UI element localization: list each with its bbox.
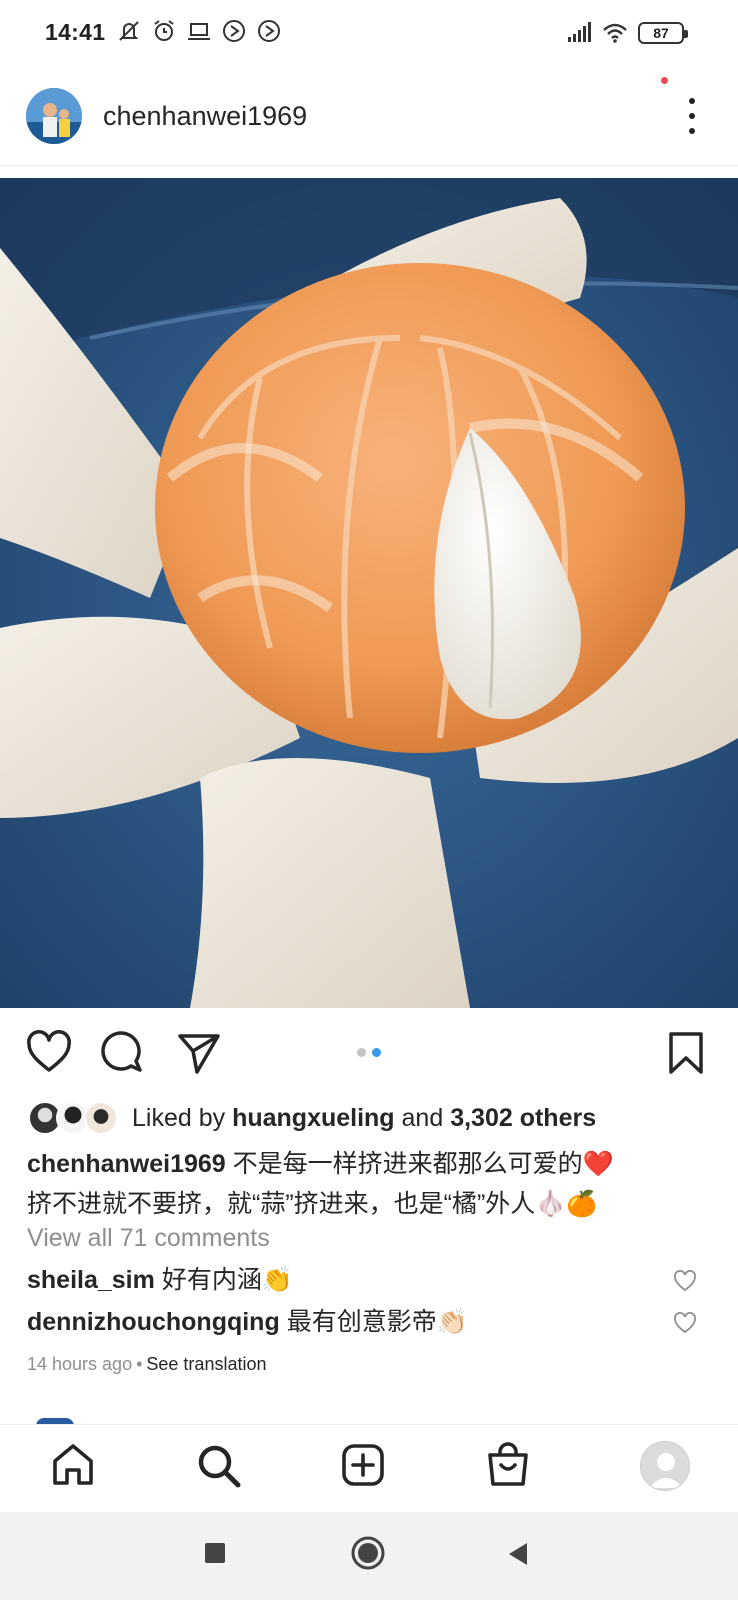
- wifi-icon: [603, 23, 627, 43]
- play-icon: [223, 20, 245, 42]
- status-icons-right: 87: [566, 20, 688, 46]
- dot-icon: [689, 113, 695, 119]
- peeled-tangerine-with-garlic-photo: [0, 178, 738, 1008]
- like-heart-icon[interactable]: [26, 1030, 72, 1076]
- carousel-dot: [357, 1048, 366, 1057]
- comment-username[interactable]: sheila_sim: [27, 1266, 155, 1294]
- carousel-indicator: [357, 1048, 381, 1057]
- liker-avatars: [28, 1099, 126, 1137]
- status-icons-left: [116, 18, 282, 44]
- likes-and: and: [401, 1103, 444, 1132]
- post-timestamp: 14 hours ago • See translation: [27, 1354, 266, 1375]
- liker-avatar: [84, 1101, 118, 1135]
- time-ago: 14 hours ago: [27, 1354, 133, 1374]
- comment-like-heart-icon[interactable]: [673, 1312, 697, 1334]
- likes-text: Liked by huangxueling and 3,302 others: [132, 1104, 596, 1133]
- likes-others-count[interactable]: 3,302 others: [450, 1104, 596, 1132]
- more-options-button[interactable]: [686, 98, 698, 134]
- bottom-navigation: [0, 1424, 738, 1510]
- comment-username[interactable]: dennizhouchongqing: [27, 1308, 280, 1336]
- comment-text: 最有创意影帝👏🏻: [286, 1308, 468, 1336]
- home-icon[interactable]: [49, 1441, 97, 1489]
- dot-icon: [689, 128, 695, 134]
- share-send-icon[interactable]: [176, 1030, 222, 1076]
- comment-text: 好有内涵👏: [161, 1266, 293, 1294]
- signal-icon: [568, 22, 591, 42]
- caption-text-line2: 挤不进就不要挤，就“蒜”挤进来，也是“橘”外人🧄🍊: [27, 1190, 598, 1218]
- laptop-icon: [188, 23, 210, 40]
- post-header: chenhanwei1969: [0, 80, 738, 166]
- post-action-bar: [0, 1030, 738, 1076]
- post-author-username[interactable]: chenhanwei1969: [103, 101, 307, 132]
- recents-square-icon[interactable]: [204, 1542, 226, 1564]
- separator-dot: •: [136, 1354, 143, 1374]
- home-circle-icon[interactable]: [351, 1536, 385, 1570]
- create-post-icon[interactable]: [339, 1441, 387, 1489]
- default-profile-icon: [641, 1442, 689, 1490]
- back-triangle-icon[interactable]: [507, 1542, 529, 1566]
- caption-username[interactable]: chenhanwei1969: [27, 1150, 226, 1178]
- system-navigation-bar: [0, 1512, 738, 1600]
- post-image[interactable]: [0, 178, 738, 1008]
- profile-avatar[interactable]: [640, 1441, 690, 1491]
- view-all-comments-link[interactable]: View all 71 comments: [27, 1224, 270, 1253]
- caption-text-line1: 不是每一样挤进来都那么可爱的❤️: [232, 1150, 614, 1178]
- carousel-dot-active: [372, 1048, 381, 1057]
- post-caption: chenhanwei1969 不是每一样挤进来都那么可爱的❤️ 挤不进就不要挤，…: [27, 1144, 717, 1224]
- comment-icon[interactable]: [100, 1030, 146, 1076]
- status-bar: 14:41 87: [0, 0, 738, 64]
- avatar-photo: [26, 88, 82, 144]
- profile-notification-dot: [661, 77, 668, 84]
- comment-row: sheila_sim 好有内涵👏: [27, 1260, 717, 1300]
- see-translation-link[interactable]: See translation: [146, 1354, 266, 1374]
- comment-row: dennizhouchongqing 最有创意影帝👏🏻: [27, 1302, 717, 1342]
- comment-like-heart-icon[interactable]: [673, 1270, 697, 1292]
- likes-summary[interactable]: Liked by huangxueling and 3,302 others: [28, 1098, 596, 1138]
- dot-icon: [689, 98, 695, 104]
- likes-prefix: Liked by: [132, 1103, 226, 1132]
- shop-bag-icon[interactable]: [484, 1441, 532, 1489]
- search-icon[interactable]: [194, 1441, 242, 1489]
- status-time: 14:41: [45, 19, 106, 45]
- alarm-icon: [154, 20, 174, 41]
- battery-level: 87: [653, 25, 669, 41]
- post-author-avatar[interactable]: [26, 88, 82, 144]
- liked-by-username[interactable]: huangxueling: [232, 1104, 395, 1132]
- bookmark-save-icon[interactable]: [666, 1030, 706, 1076]
- mute-icon: [119, 21, 139, 41]
- caption-line-1: chenhanwei1969 不是每一样挤进来都那么可爱的❤️: [27, 1144, 717, 1184]
- play-icon: [258, 20, 280, 42]
- battery-icon: 87: [638, 22, 688, 44]
